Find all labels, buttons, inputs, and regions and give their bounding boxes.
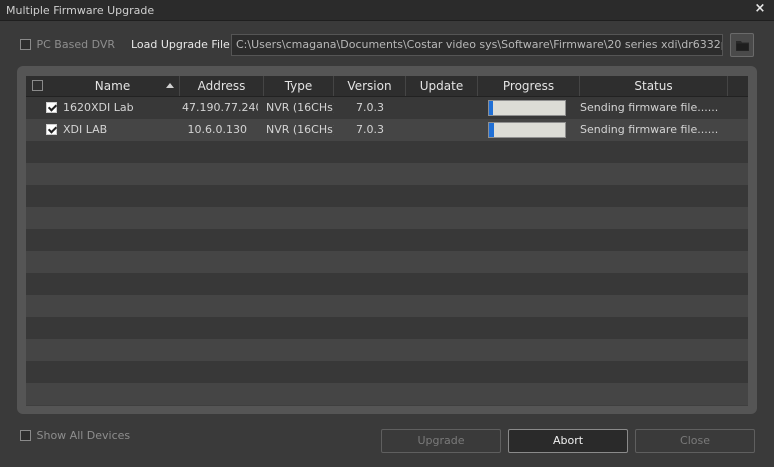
empty-row xyxy=(26,141,748,163)
load-upgrade-file-label: Load Upgrade File : xyxy=(131,38,238,51)
device-name: 1620XDI Lab xyxy=(63,101,134,114)
empty-row xyxy=(26,185,748,207)
device-version: 7.0.3 xyxy=(356,123,384,136)
empty-row xyxy=(26,229,748,251)
dialog-body: PC Based DVR Load Upgrade File : C:\User… xyxy=(0,21,774,467)
table-row[interactable]: XDI LAB 10.6.0.130 NVR (16CHs) 7.0.3 Sen… xyxy=(26,119,748,141)
row-checkbox[interactable] xyxy=(46,102,57,113)
select-all-checkbox[interactable] xyxy=(32,80,43,91)
progress-fill xyxy=(489,123,495,137)
empty-row xyxy=(26,361,748,383)
empty-row xyxy=(26,383,748,405)
progress-bar xyxy=(488,122,566,138)
empty-row xyxy=(26,295,748,317)
show-all-devices-label: Show All Devices xyxy=(36,428,131,442)
column-header-status[interactable]: Status xyxy=(580,76,728,96)
sort-ascending-icon xyxy=(166,83,174,88)
device-update xyxy=(408,97,476,119)
column-header-progress[interactable]: Progress xyxy=(478,76,580,96)
device-address: 47.190.77.240 xyxy=(182,101,258,114)
progress-bar xyxy=(488,100,566,116)
table-row[interactable]: 1620XDI Lab 47.190.77.240 NVR (16CHs) 7.… xyxy=(26,97,748,119)
column-header-type[interactable]: Type xyxy=(264,76,334,96)
pc-based-dvr-option[interactable]: PC Based DVR xyxy=(20,37,115,51)
device-type: NVR (16CHs) xyxy=(266,123,334,136)
device-update xyxy=(408,119,476,141)
row-checkbox[interactable] xyxy=(46,124,57,135)
device-address: 10.6.0.130 xyxy=(187,123,247,136)
empty-row xyxy=(26,251,748,273)
window-title: Multiple Firmware Upgrade xyxy=(6,4,155,17)
device-list-panel: Name Address Type Version Update Progres… xyxy=(17,66,757,414)
column-header-address[interactable]: Address xyxy=(180,76,264,96)
abort-button[interactable]: Abort xyxy=(508,429,628,453)
title-bar: Multiple Firmware Upgrade × xyxy=(0,0,774,21)
device-name: XDI LAB xyxy=(63,123,108,136)
close-button[interactable]: Close xyxy=(635,429,755,453)
close-icon[interactable]: × xyxy=(752,1,768,17)
empty-row xyxy=(26,317,748,339)
device-table: Name Address Type Version Update Progres… xyxy=(26,76,748,406)
device-status: Sending firmware file...... xyxy=(580,101,719,114)
upgrade-file-path-field[interactable]: C:\Users\cmagana\Documents\Costar video … xyxy=(231,34,723,56)
folder-icon xyxy=(736,41,749,51)
browse-folder-button[interactable] xyxy=(730,33,754,57)
device-version: 7.0.3 xyxy=(356,101,384,114)
empty-row xyxy=(26,163,748,185)
column-header-version[interactable]: Version xyxy=(334,76,406,96)
table-header: Name Address Type Version Update Progres… xyxy=(26,76,748,97)
device-status: Sending firmware file...... xyxy=(580,123,719,136)
progress-fill xyxy=(489,101,493,115)
column-header-update[interactable]: Update xyxy=(406,76,478,96)
column-header-name[interactable]: Name xyxy=(46,76,180,96)
pc-based-dvr-checkbox[interactable] xyxy=(20,38,31,50)
upgrade-button[interactable]: Upgrade xyxy=(381,429,501,453)
device-type: NVR (16CHs) xyxy=(266,101,334,114)
table-body: 1620XDI Lab 47.190.77.240 NVR (16CHs) 7.… xyxy=(26,97,748,405)
show-all-devices-checkbox[interactable] xyxy=(20,429,31,441)
show-all-devices-option[interactable]: Show All Devices xyxy=(20,428,130,442)
empty-row xyxy=(26,339,748,361)
empty-row xyxy=(26,273,748,295)
pc-based-dvr-label: PC Based DVR xyxy=(36,37,116,51)
empty-row xyxy=(26,207,748,229)
